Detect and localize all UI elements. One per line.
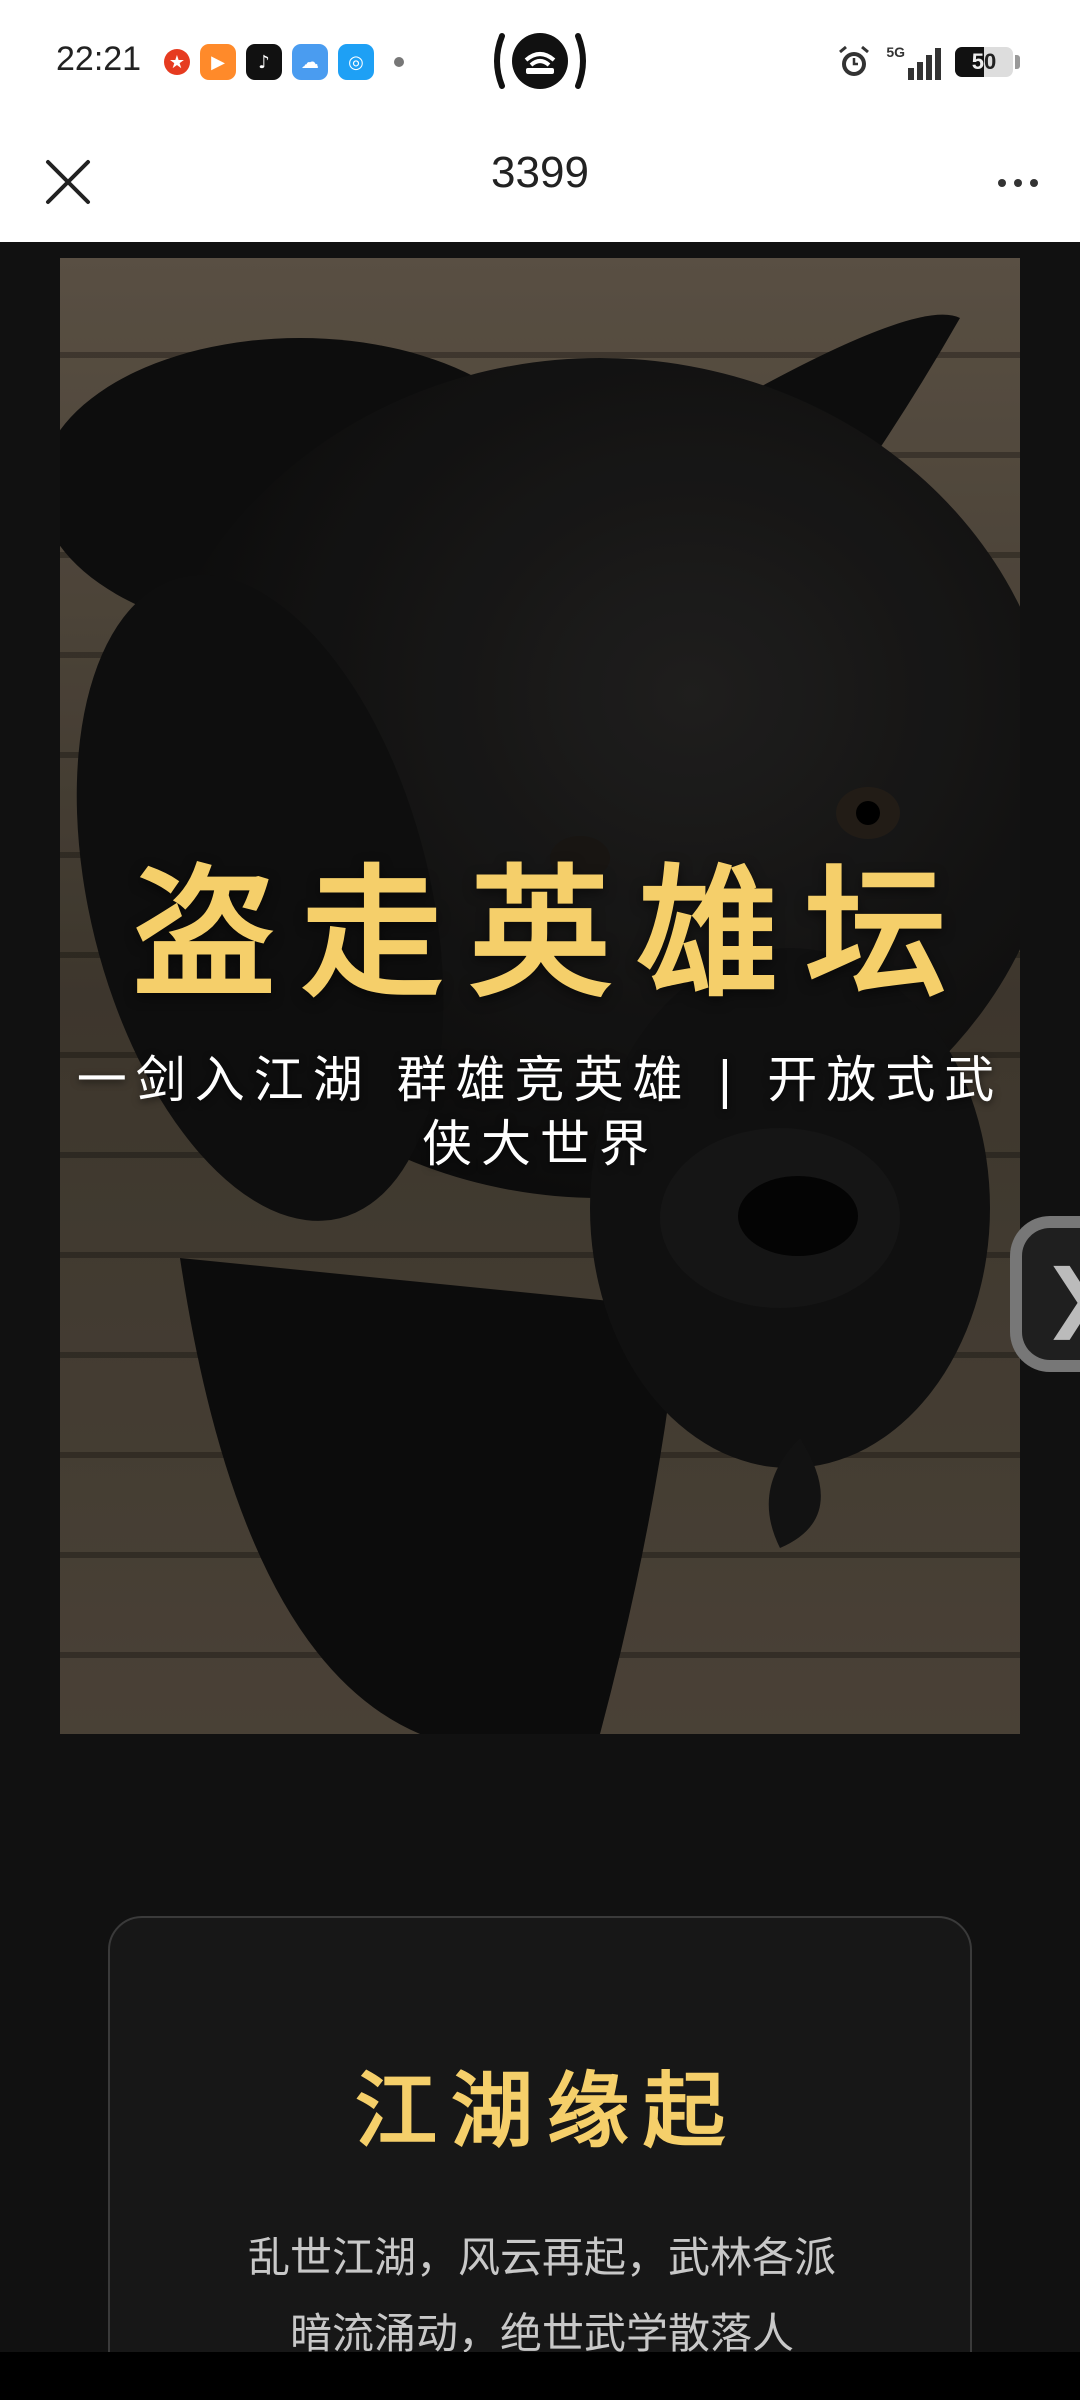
hotspot-icon bbox=[492, 28, 588, 94]
network-type: 5G bbox=[886, 44, 905, 60]
story-card: 江湖缘起 乱世江湖，风云再起，武林各派暗流涌动，绝世武学散落人 bbox=[108, 1916, 972, 2400]
offer-app-icon: ★ bbox=[164, 49, 190, 75]
weather-icon: ☁ bbox=[292, 44, 328, 80]
notification-icons: ★ ▶ ♪ ☁ ◎ bbox=[164, 40, 404, 84]
game-title: 盗走英雄坛 bbox=[133, 852, 973, 1017]
battery-icon: 50 bbox=[955, 47, 1013, 77]
system-icons: 5G 50 bbox=[836, 42, 1020, 82]
browser-icon: ◎ bbox=[338, 44, 374, 80]
video-player-icon: ▶ bbox=[200, 44, 236, 80]
more-dot-icon bbox=[1030, 179, 1038, 187]
tiktok-icon: ♪ bbox=[246, 44, 282, 80]
more-options-button[interactable] bbox=[980, 148, 1056, 218]
signal-icon: 5G bbox=[886, 44, 941, 80]
story-heading: 江湖缘起 bbox=[354, 2064, 739, 2159]
story-paragraph: 乱世江湖，风云再起，武林各派暗流涌动，绝世武学散落人 bbox=[247, 2233, 836, 2358]
nav-bar: 3399 bbox=[0, 122, 1080, 242]
bottom-bar bbox=[0, 2352, 1080, 2400]
hero-banner: 盗走英雄坛 一剑入江湖 群雄竞英雄 | 开放式武侠大世界 bbox=[60, 258, 1020, 1734]
chevron-right-icon: ❯ bbox=[1042, 1254, 1080, 1340]
more-dot-icon bbox=[1014, 179, 1022, 187]
more-notifications-icon bbox=[394, 57, 404, 67]
alarm-icon bbox=[839, 45, 870, 76]
battery-level: 50 bbox=[971, 49, 997, 74]
status-bar: 22:21 ★ ▶ ♪ ☁ ◎ 5G 50 bbox=[0, 0, 1080, 122]
side-expand-button[interactable]: ❯ bbox=[1010, 1216, 1080, 1372]
status-time: 22:21 bbox=[56, 40, 142, 78]
page-title: 3399 bbox=[491, 148, 589, 197]
more-dot-icon bbox=[998, 179, 1006, 187]
game-tagline: 一剑入江湖 群雄竞英雄 | 开放式武侠大世界 bbox=[76, 1051, 1004, 1173]
